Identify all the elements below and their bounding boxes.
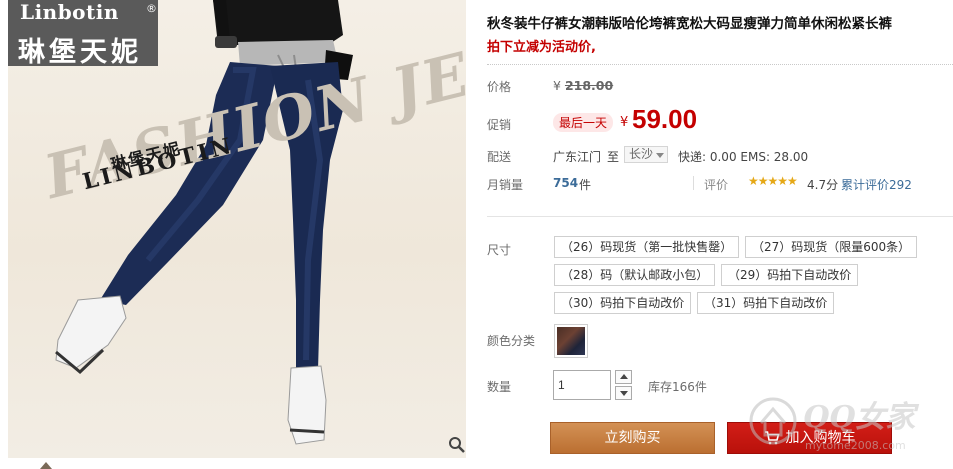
buy-now-label: 立刻购买 bbox=[604, 430, 661, 446]
dropdown-arrow-icon bbox=[656, 153, 664, 158]
divider bbox=[487, 216, 953, 217]
quantity-label: 数量 bbox=[487, 380, 512, 394]
brand-name-cn: 琳堡天妮 bbox=[18, 37, 142, 68]
arrow-down-icon bbox=[620, 391, 628, 396]
product-title: 秋冬装牛仔裤女潮韩版哈伦垮裤宽松大码显瘦弹力简单休闲松紧长裤 bbox=[487, 16, 892, 32]
color-swatch-image bbox=[557, 327, 585, 355]
destination-city: 长沙 bbox=[629, 147, 654, 161]
watermark-url: mytome2008.com bbox=[805, 439, 906, 452]
quantity-input[interactable] bbox=[553, 370, 611, 400]
promo-currency: ¥ bbox=[620, 115, 629, 130]
product-page: FASHION JEAN LINBOTIN 琳堡天妮 Linbotin ® 琳堡… bbox=[0, 0, 953, 469]
size-option-28[interactable]: （28）码（默认邮政小包） bbox=[554, 264, 716, 286]
monthly-sales-label: 月销量 bbox=[487, 178, 524, 192]
size-option-26[interactable]: （26）码现货（第一批快售罄） bbox=[554, 236, 740, 258]
size-option-31[interactable]: （31）码拍下自动改价 bbox=[697, 292, 835, 314]
vertical-divider bbox=[693, 176, 694, 190]
shipping-label: 配送 bbox=[487, 150, 512, 164]
quantity-increase-button[interactable] bbox=[615, 370, 632, 384]
original-price: ¥ 218.00 bbox=[553, 78, 613, 93]
rating-score: 4.7分 bbox=[807, 178, 839, 192]
color-label: 颜色分类 bbox=[487, 334, 536, 348]
size-label: 尺寸 bbox=[487, 243, 512, 257]
currency-symbol: ¥ bbox=[553, 78, 561, 93]
divider bbox=[487, 64, 953, 65]
product-image[interactable]: FASHION JEAN LINBOTIN 琳堡天妮 Linbotin ® 琳堡… bbox=[8, 0, 466, 458]
review-count-link[interactable]: 累计评价292 bbox=[841, 176, 912, 193]
original-price-value: 218.00 bbox=[564, 78, 614, 93]
rating-label: 评价 bbox=[704, 178, 729, 192]
stock-count: 库存166件 bbox=[648, 380, 707, 394]
size-option-30[interactable]: （30）码拍下自动改价 bbox=[554, 292, 692, 314]
promo-badge: 最后一天 bbox=[553, 113, 614, 132]
zoom-icon[interactable] bbox=[448, 436, 466, 454]
arrow-up-icon bbox=[620, 374, 628, 379]
promo-label: 促销 bbox=[487, 118, 512, 132]
promo-price: 59.00 bbox=[632, 104, 698, 134]
ship-from: 广东江门 bbox=[553, 150, 602, 164]
size-option-29[interactable]: （29）码拍下自动改价 bbox=[721, 264, 859, 286]
site-watermark: QQ女家 mytome2008.com bbox=[749, 397, 919, 452]
brand-name-en: Linbotin bbox=[20, 0, 119, 24]
product-subtitle: 拍下立减为活动价, bbox=[487, 40, 596, 55]
sales-unit: 件 bbox=[579, 178, 592, 192]
monthly-sales-count: 754 bbox=[553, 176, 579, 190]
brand-logo: Linbotin ® 琳堡天妮 bbox=[8, 0, 158, 68]
size-option-27[interactable]: （27）码现货（限量600条） bbox=[745, 236, 918, 258]
quantity-decrease-button[interactable] bbox=[615, 386, 632, 400]
watermark-text: QQ女家 bbox=[803, 400, 919, 435]
destination-city-select[interactable]: 长沙 bbox=[624, 146, 668, 163]
registered-mark: ® bbox=[146, 2, 157, 15]
rating-stars-icon: ★★★★★ bbox=[748, 174, 798, 188]
thumbnail-caret-icon bbox=[40, 462, 52, 469]
price-label: 价格 bbox=[487, 80, 512, 94]
color-swatch[interactable] bbox=[554, 324, 588, 358]
ship-to-word: 至 bbox=[607, 150, 620, 164]
thumbnail-strip bbox=[8, 458, 466, 469]
buy-now-button[interactable]: 立刻购买 bbox=[550, 422, 715, 454]
shipping-fees: 快递: 0.00 EMS: 28.00 bbox=[678, 150, 809, 164]
